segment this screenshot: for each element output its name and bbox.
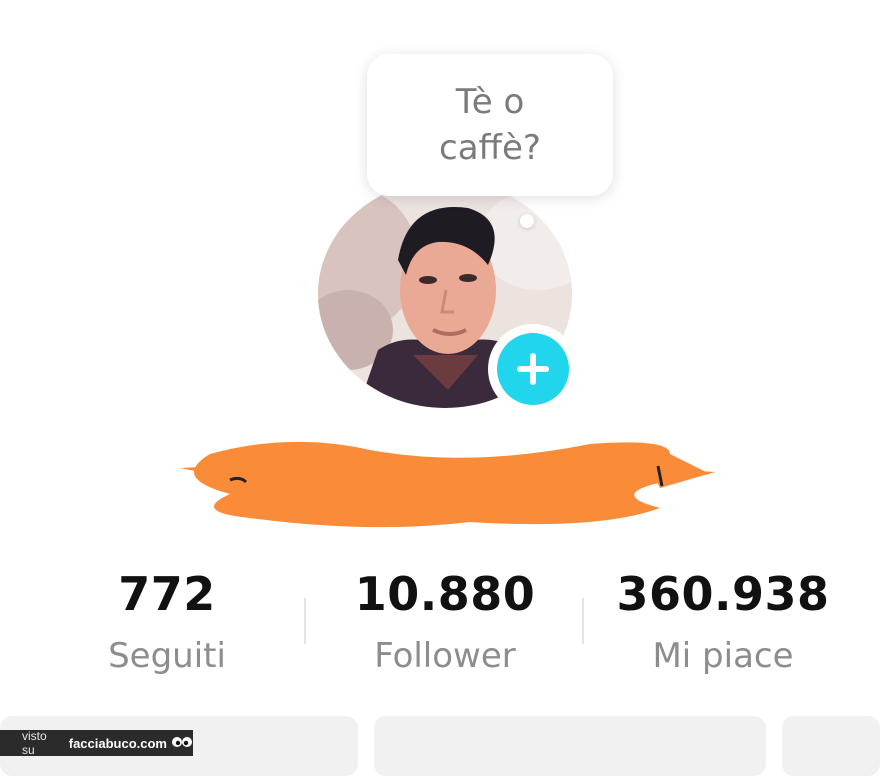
following-label: Seguiti	[108, 636, 226, 676]
likes-label: Mi piace	[652, 636, 794, 676]
stat-divider	[582, 598, 584, 644]
profile-action-button[interactable]	[374, 716, 766, 776]
followers-count: 10.880	[354, 567, 536, 621]
username-redaction	[180, 441, 715, 528]
stat-following[interactable]: 772 Seguiti	[47, 566, 287, 678]
stat-followers[interactable]: 10.880 Follower	[325, 566, 565, 678]
profile-action-button[interactable]	[782, 716, 880, 776]
stat-divider	[304, 598, 306, 644]
speech-bubble-tail	[520, 214, 534, 228]
plus-icon	[517, 353, 549, 385]
watermark-prefix: visto su	[22, 729, 47, 757]
follow-add-button[interactable]	[488, 324, 578, 414]
watermark-site: facciabuco.com	[68, 735, 167, 751]
eyes-icon	[171, 735, 193, 751]
likes-count: 360.938	[616, 567, 830, 621]
followers-label: Follower	[374, 636, 516, 676]
stat-likes[interactable]: 360.938 Mi piace	[603, 566, 843, 678]
speech-bubble[interactable]: Tè o caffè?	[367, 54, 613, 196]
speech-bubble-text: Tè o caffè?	[439, 82, 541, 168]
following-count: 772	[118, 567, 216, 621]
watermark: visto su facciabuco.com	[0, 729, 193, 757]
follow-add-button-circle	[497, 333, 569, 405]
